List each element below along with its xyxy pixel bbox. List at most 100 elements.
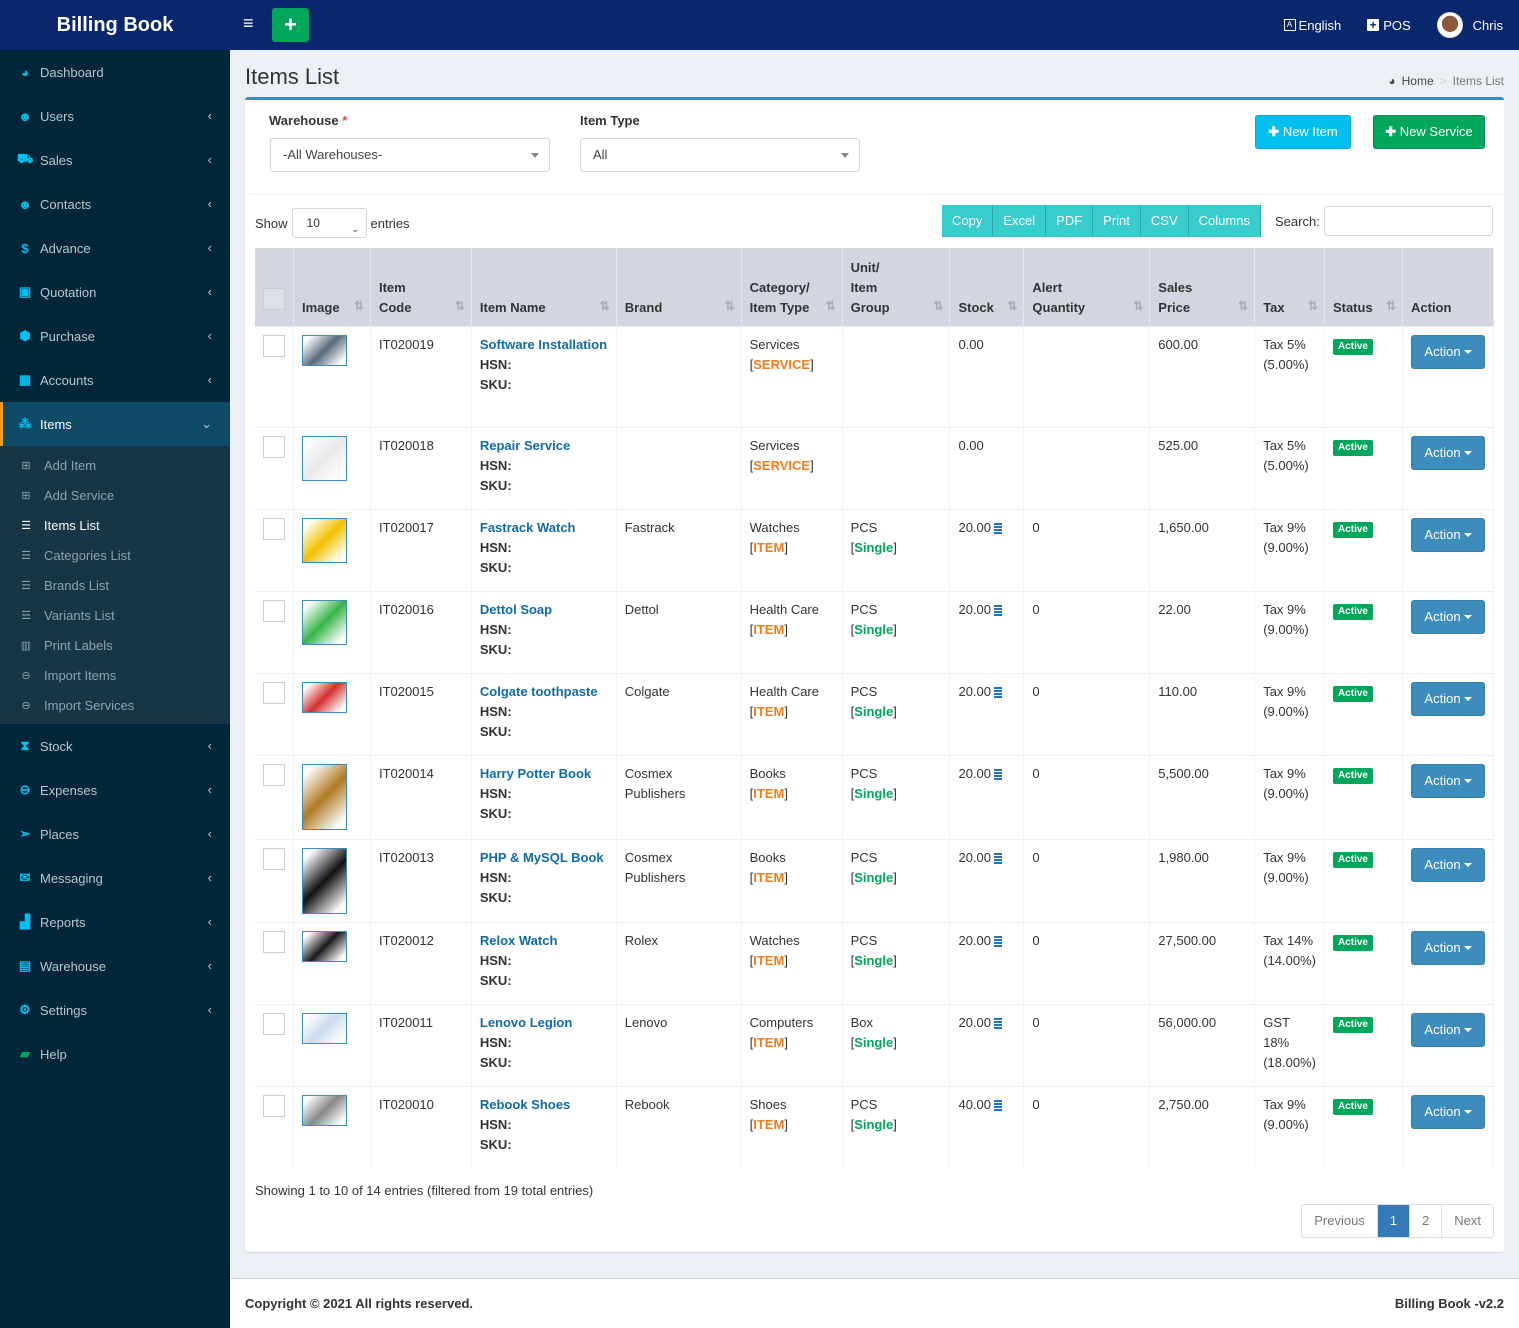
- item-thumbnail[interactable]: [302, 334, 347, 366]
- action-dropdown-button[interactable]: Action: [1411, 930, 1485, 965]
- breadcrumb-home[interactable]: Home: [1402, 74, 1434, 88]
- item-type-select[interactable]: All: [580, 138, 860, 172]
- submenu-import-items[interactable]: ⊖ Import Items: [0, 660, 230, 690]
- sidebar-item-expenses[interactable]: ⊖ Expenses ‹: [0, 768, 230, 812]
- submenu-import-services[interactable]: ⊖ Import Services: [0, 690, 230, 720]
- stock-details-icon[interactable]: [994, 604, 1003, 616]
- action-dropdown-button[interactable]: Action: [1411, 1012, 1485, 1047]
- col-item-code[interactable]: Item Code ⇅: [370, 248, 472, 326]
- page-1-button[interactable]: 1: [1376, 1205, 1410, 1237]
- item-thumbnail[interactable]: [302, 681, 347, 713]
- app-logo[interactable]: Billing Book: [0, 0, 230, 50]
- row-checkbox[interactable]: [263, 1094, 285, 1117]
- item-name-link[interactable]: Harry Potter Book: [480, 766, 591, 781]
- submenu-brands-list[interactable]: ☰ Brands List: [0, 570, 230, 600]
- copy-button[interactable]: Copy: [942, 205, 994, 237]
- status-badge[interactable]: Active: [1332, 851, 1373, 868]
- action-dropdown-button[interactable]: Action: [1411, 763, 1485, 798]
- sidebar-item-places[interactable]: ➢ Places ‹: [0, 812, 230, 856]
- row-checkbox[interactable]: [263, 435, 285, 458]
- sidebar-item-reports[interactable]: ▟ Reports ‹: [0, 900, 230, 944]
- item-name-link[interactable]: PHP & MySQL Book: [480, 850, 604, 865]
- sidebar-item-messaging[interactable]: ✉ Messaging ‹: [0, 856, 230, 900]
- columns-button[interactable]: Columns: [1188, 205, 1261, 237]
- row-checkbox[interactable]: [263, 1012, 285, 1035]
- stock-details-icon[interactable]: [994, 852, 1003, 864]
- item-thumbnail[interactable]: [302, 763, 347, 830]
- print-button[interactable]: Print: [1093, 205, 1141, 237]
- item-thumbnail[interactable]: [302, 435, 347, 481]
- action-dropdown-button[interactable]: Action: [1411, 435, 1485, 470]
- action-dropdown-button[interactable]: Action: [1411, 334, 1485, 369]
- col-tax[interactable]: Tax ⇅: [1254, 248, 1325, 326]
- status-badge[interactable]: Active: [1332, 521, 1373, 538]
- col-image[interactable]: Image ⇅: [293, 248, 371, 326]
- status-badge[interactable]: Active: [1332, 685, 1373, 702]
- sidebar-item-stock[interactable]: ⧗ Stock ‹: [0, 724, 230, 768]
- item-name-link[interactable]: Software Installation: [480, 337, 607, 352]
- action-dropdown-button[interactable]: Action: [1411, 847, 1485, 882]
- row-checkbox[interactable]: [263, 930, 285, 953]
- sidebar-item-contacts[interactable]: ☻ Contacts ‹: [0, 182, 230, 226]
- sidebar-item-sales[interactable]: ⛟ Sales ‹: [0, 138, 230, 182]
- submenu-print-labels[interactable]: ▥ Print Labels: [0, 630, 230, 660]
- search-input[interactable]: [1323, 206, 1493, 236]
- row-checkbox[interactable]: [263, 681, 285, 704]
- row-checkbox[interactable]: [263, 847, 285, 870]
- item-name-link[interactable]: Dettol Soap: [480, 602, 552, 617]
- sidebar-item-items[interactable]: ⁂ Items ⌄: [0, 402, 230, 446]
- submenu-items-list[interactable]: ☰ Items List: [0, 510, 230, 540]
- submenu-variants-list[interactable]: ☰ Variants List: [0, 600, 230, 630]
- stock-details-icon[interactable]: [994, 522, 1003, 534]
- page-2-button[interactable]: 2: [1409, 1205, 1441, 1237]
- status-badge[interactable]: Active: [1332, 767, 1373, 784]
- item-name-link[interactable]: Lenovo Legion: [480, 1015, 572, 1030]
- select-all-checkbox[interactable]: [263, 287, 285, 310]
- new-item-button[interactable]: ✚ New Item: [1255, 115, 1351, 149]
- quick-add-button[interactable]: +: [272, 8, 309, 42]
- submenu-add-item[interactable]: ⊞ Add Item: [0, 450, 230, 480]
- sidebar-item-warehouse[interactable]: ▤ Warehouse ‹: [0, 944, 230, 988]
- action-dropdown-button[interactable]: Action: [1411, 599, 1485, 634]
- status-badge[interactable]: Active: [1332, 1098, 1373, 1115]
- item-thumbnail[interactable]: [302, 599, 347, 645]
- stock-details-icon[interactable]: [994, 686, 1003, 698]
- col-unit[interactable]: Unit/ Item Group ⇅: [842, 248, 951, 326]
- item-thumbnail[interactable]: [302, 1094, 347, 1126]
- sidebar-item-advance[interactable]: $ Advance ‹: [0, 226, 230, 270]
- item-name-link[interactable]: Relox Watch: [480, 933, 558, 948]
- status-badge[interactable]: Active: [1332, 934, 1373, 951]
- submenu-add-service[interactable]: ⊞ Add Service: [0, 480, 230, 510]
- col-status[interactable]: Status ⇅: [1324, 248, 1404, 326]
- col-item-name[interactable]: Item Name ⇅: [471, 248, 617, 326]
- stock-details-icon[interactable]: [994, 1099, 1003, 1111]
- stock-details-icon[interactable]: [994, 768, 1003, 780]
- user-menu[interactable]: Chris: [1436, 12, 1503, 38]
- sidebar-item-purchase[interactable]: ⬢ Purchase ‹: [0, 314, 230, 358]
- action-dropdown-button[interactable]: Action: [1411, 1094, 1485, 1129]
- item-thumbnail[interactable]: [302, 517, 347, 563]
- row-checkbox[interactable]: [263, 599, 285, 622]
- sidebar-item-help[interactable]: ▰ Help: [0, 1032, 230, 1076]
- col-alert-quantity[interactable]: Alert Quantity ⇅: [1023, 248, 1151, 326]
- status-badge[interactable]: Active: [1332, 603, 1373, 620]
- sidebar-toggle-icon[interactable]: ≡: [243, 14, 257, 32]
- col-sales-price[interactable]: Sales Price ⇅: [1149, 248, 1256, 326]
- status-badge[interactable]: Active: [1332, 439, 1373, 456]
- item-name-link[interactable]: Fastrack Watch: [480, 520, 576, 535]
- item-name-link[interactable]: Rebook Shoes: [480, 1097, 570, 1112]
- action-dropdown-button[interactable]: Action: [1411, 681, 1485, 716]
- status-badge[interactable]: Active: [1332, 338, 1373, 355]
- pdf-button[interactable]: PDF: [1046, 205, 1094, 237]
- item-thumbnail[interactable]: [302, 847, 347, 914]
- warehouse-select[interactable]: -All Warehouses-: [270, 138, 550, 172]
- excel-button[interactable]: Excel: [993, 205, 1047, 237]
- item-name-link[interactable]: Colgate toothpaste: [480, 684, 598, 699]
- stock-details-icon[interactable]: [994, 1017, 1003, 1029]
- sidebar-item-accounts[interactable]: ▦ Accounts ‹: [0, 358, 230, 402]
- submenu-categories-list[interactable]: ☰ Categories List: [0, 540, 230, 570]
- csv-button[interactable]: CSV: [1140, 205, 1189, 237]
- sidebar-item-quotation[interactable]: ▣ Quotation ‹: [0, 270, 230, 314]
- item-thumbnail[interactable]: [302, 930, 347, 962]
- row-checkbox[interactable]: [263, 334, 285, 357]
